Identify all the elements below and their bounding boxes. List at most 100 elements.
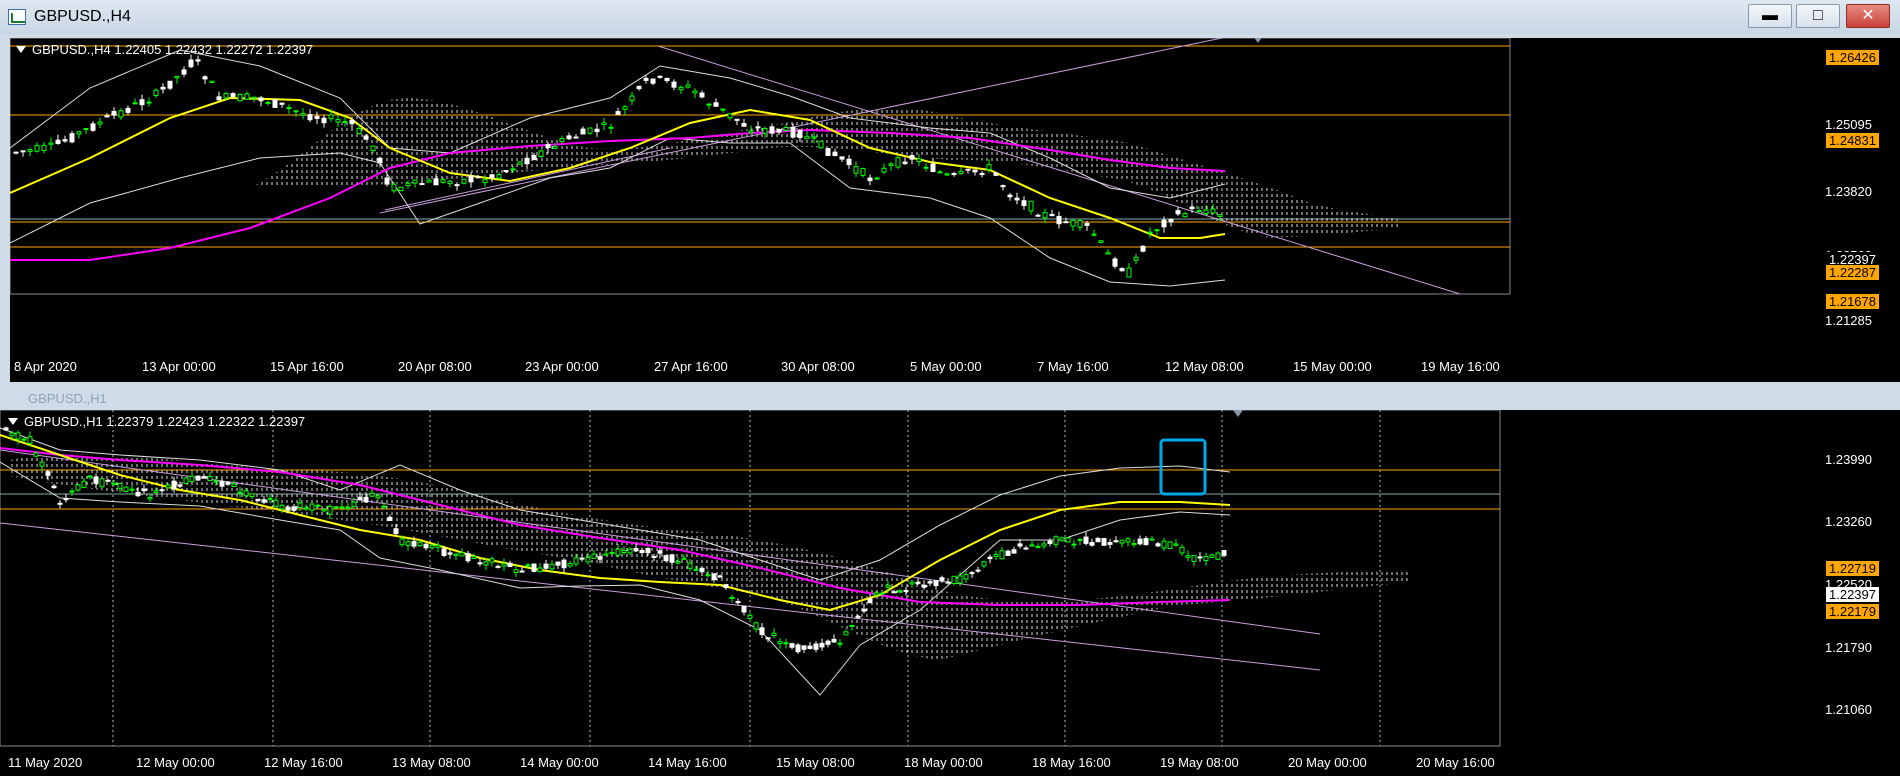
candle-body [309,503,315,511]
candle-body [76,131,82,135]
candle-body [1042,212,1048,219]
candle-body [1155,543,1161,547]
candle-body [237,93,243,102]
candle-body [1209,554,1215,558]
candle-body [188,59,194,68]
close-button[interactable]: ✕ [1846,4,1890,28]
candle-body [426,179,432,183]
candle-body [765,637,771,640]
candle-body [391,183,397,192]
candle-body [831,638,837,643]
candle-body [27,149,33,152]
candle-body [681,557,687,560]
time-axis-label: 27 Apr 16:00 [654,359,728,374]
time-axis-label: 20 May 00:00 [1288,755,1367,770]
candle-body [629,95,635,102]
candle-body [75,484,81,491]
candle-body [699,92,705,98]
candle-body [123,486,129,492]
candle-body [981,561,987,567]
candle-body [1149,538,1155,541]
candle-body [1107,542,1113,545]
price-scale-label: 1.25095 [1825,117,1872,132]
candle-body [291,506,297,511]
candle-body [937,171,943,174]
candle-body [370,145,376,152]
candle-body [685,84,691,88]
candle-body [1143,538,1149,546]
dropdown-triangle-icon[interactable] [8,418,18,425]
maximize-button[interactable]: □ [1796,4,1840,28]
candle-body [27,436,33,444]
candle-body [411,540,417,547]
candle-body [969,572,975,575]
candle-body [393,528,399,535]
candle-body [1182,213,1188,218]
candle-body [860,167,866,176]
candle-body [1125,538,1131,543]
dropdown-triangle-icon[interactable] [16,46,26,53]
candle-body [651,556,657,559]
candle-body [307,114,313,121]
candle-body [909,155,915,160]
candle-body [377,157,383,164]
candle-body [1029,544,1035,547]
candle-body [216,96,222,101]
level-price-label: 1.26426 [1826,50,1879,65]
candle-body [720,108,726,111]
candle-body [561,559,567,569]
candle-body [999,550,1005,560]
candle-body [531,154,537,161]
candle-body [357,496,363,501]
candle-body [453,553,459,556]
candle-body [363,135,369,140]
candle-body [286,107,292,110]
candle-body [675,560,681,564]
candle-body [921,584,927,588]
candle-body [939,577,945,581]
candle-body [69,133,75,143]
candle-body [1005,550,1011,556]
time-axis-label: 30 Apr 08:00 [781,359,855,374]
candle-body [237,491,243,494]
candle-body [706,103,712,106]
candle-body [225,481,231,485]
candle-body [51,485,57,489]
time-axis-label: 15 Apr 16:00 [270,359,344,374]
candle-body [735,601,741,604]
time-axis-label: 14 May 16:00 [648,755,727,770]
time-axis-label: 19 May 16:00 [1421,359,1500,374]
price-scale-label: 1.21060 [1825,702,1872,717]
candle-body [160,86,166,90]
window-titlebar[interactable]: GBPUSD.,H4 ▬ □ ✕ [0,0,1900,34]
candle-body [951,172,957,175]
price-chart-h1[interactable]: GBPUSD.,H1 1.22379 1.22423 1.22322 1.223… [0,410,1900,776]
candle-body [39,461,45,467]
time-axis-label: 18 May 00:00 [904,755,983,770]
candle-body [867,177,873,182]
candle-body [888,163,894,166]
candle-body [454,184,460,187]
candle-body [125,107,131,113]
chart-canvas-h1[interactable] [0,410,1900,776]
candle-body [1210,208,1216,214]
window-divider[interactable] [0,388,1900,412]
candle-body [417,541,423,547]
level-price-label: 1.22719 [1826,561,1879,576]
candle-body [622,106,628,110]
candle-body [141,488,147,492]
candle-body [591,553,597,559]
candle-body [339,506,345,509]
candle-body [405,182,411,187]
time-axis-label: 18 May 16:00 [1032,755,1111,770]
time-axis-label: 12 May 00:00 [136,755,215,770]
candle-body [645,548,651,554]
price-chart-h4[interactable]: GBPUSD.,H4 1.22405 1.22432 1.22272 1.223… [10,38,1900,382]
candle-body [693,568,699,571]
chart-canvas-h4[interactable] [10,38,1900,382]
candle-body [587,127,593,134]
minimize-button[interactable]: ▬ [1748,4,1792,28]
candle-body [342,120,348,123]
candle-body [513,569,519,573]
candle-body [723,584,729,589]
